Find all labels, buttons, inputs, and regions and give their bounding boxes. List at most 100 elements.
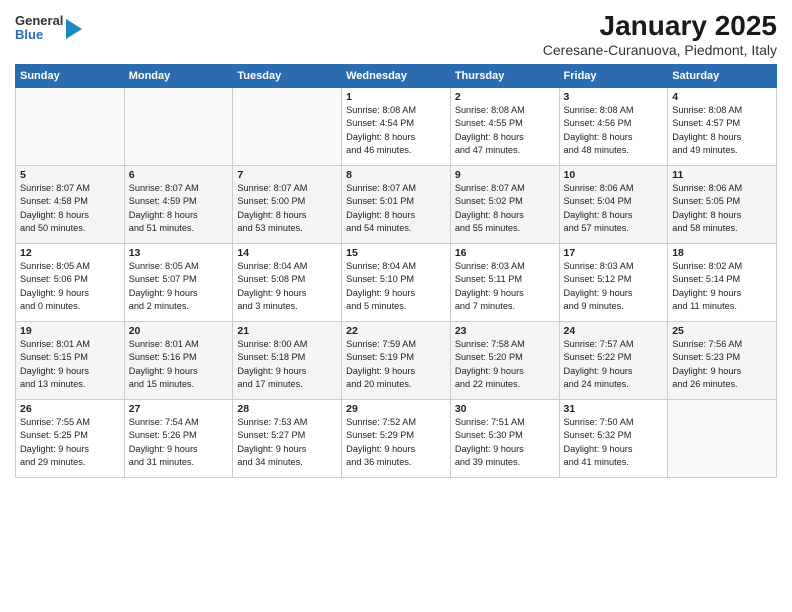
day-info-line: Daylight: 9 hours — [672, 366, 741, 376]
day-info: Sunrise: 7:58 AM Sunset: 5:20 PM Daylight:… — [455, 338, 555, 391]
day-info: Sunrise: 8:07 AMSunset: 5:01 PMDaylight:… — [346, 182, 446, 235]
calendar-header: SundayMondayTuesdayWednesdayThursdayFrid… — [16, 65, 777, 88]
day-info: Sunrise: 8:07 AMSunset: 4:58 PMDaylight:… — [20, 182, 120, 235]
day-info-line: Sunset: 5:20 PM — [455, 352, 523, 362]
day-info-line: and 49 minutes. — [672, 145, 737, 155]
calendar-cell: 1Sunrise: 8:08 AMSunset: 4:54 PMDaylight… — [342, 88, 451, 166]
page-container: General Blue January 2025 Ceresane-Curan… — [0, 0, 792, 483]
calendar-cell: 8Sunrise: 8:07 AMSunset: 5:01 PMDaylight… — [342, 166, 451, 244]
day-info-line: Daylight: 9 hours — [455, 444, 524, 454]
day-info-line: and 39 minutes. — [455, 457, 520, 467]
day-info: Sunrise: 8:08 AMSunset: 4:56 PMDaylight:… — [564, 104, 664, 157]
day-info-line: Sunrise: 8:08 AM — [455, 105, 525, 115]
day-info-line: Daylight: 8 hours — [129, 210, 198, 220]
day-info-line: Daylight: 9 hours — [672, 288, 741, 298]
day-info-line: Daylight: 8 hours — [346, 210, 415, 220]
day-info: Sunrise: 8:04 AMSunset: 5:10 PMDaylight:… — [346, 260, 446, 313]
day-info-line: Sunset: 4:57 PM — [672, 118, 740, 128]
day-info-line: Daylight: 9 hours — [346, 444, 415, 454]
day-info-line: Sunset: 5:32 PM — [564, 430, 632, 440]
day-number: 29 — [346, 403, 446, 415]
day-info-line: Sunset: 4:56 PM — [564, 118, 632, 128]
day-of-week-header: Wednesday — [342, 65, 451, 88]
day-info-line: Sunset: 5:19 PM — [346, 352, 414, 362]
day-info-line: Sunrise: 8:04 AM — [346, 261, 416, 271]
day-number: 17 — [564, 247, 664, 259]
calendar-week-row: 19Sunrise: 8:01 AMSunset: 5:15 PMDayligh… — [16, 322, 777, 400]
day-of-week-header: Monday — [124, 65, 233, 88]
day-info-line: Sunrise: 7:58 AM — [455, 339, 525, 349]
calendar-body: 1Sunrise: 8:08 AMSunset: 4:54 PMDaylight… — [16, 88, 777, 478]
day-info-line: Daylight: 9 hours — [564, 288, 633, 298]
calendar-cell: 30Sunrise: 7:51 AMSunset: 5:30 PMDayligh… — [450, 400, 559, 478]
day-info-line: Sunset: 5:25 PM — [20, 430, 88, 440]
day-info-line: and 48 minutes. — [564, 145, 629, 155]
day-info-line: Sunset: 5:12 PM — [564, 274, 632, 284]
calendar-cell: 4Sunrise: 8:08 AMSunset: 4:57 PMDaylight… — [668, 88, 777, 166]
day-info-line: Daylight: 9 hours — [129, 366, 198, 376]
day-info-line: Sunrise: 8:05 AM — [129, 261, 199, 271]
day-number: 26 — [20, 403, 120, 415]
day-info-line: Daylight: 8 hours — [346, 132, 415, 142]
day-info: Sunrise: 8:08 AMSunset: 4:57 PMDaylight:… — [672, 104, 772, 157]
day-info-line: Sunrise: 8:08 AM — [672, 105, 742, 115]
day-info-line: Sunrise: 7:51 AM — [455, 417, 525, 427]
day-info-line: and 55 minutes. — [455, 223, 520, 233]
calendar-title: January 2025 — [543, 10, 777, 42]
day-number: 23 — [455, 325, 555, 337]
day-info: Sunrise: 7:52 AMSunset: 5:29 PMDaylight:… — [346, 416, 446, 469]
day-info-line: Sunset: 5:00 PM — [237, 196, 305, 206]
calendar-cell: 24Sunrise: 7:57 AMSunset: 5:22 PMDayligh… — [559, 322, 668, 400]
calendar-week-row: 5Sunrise: 8:07 AMSunset: 4:58 PMDaylight… — [16, 166, 777, 244]
day-info: Sunrise: 8:01 AMSunset: 5:15 PMDaylight:… — [20, 338, 120, 391]
calendar-cell: 2Sunrise: 8:08 AMSunset: 4:55 PMDaylight… — [450, 88, 559, 166]
day-number: 4 — [672, 91, 772, 103]
calendar-week-row: 1Sunrise: 8:08 AMSunset: 4:54 PMDaylight… — [16, 88, 777, 166]
day-info: Sunrise: 7:56 AMSunset: 5:23 PMDaylight:… — [672, 338, 772, 391]
day-info-line: and 9 minutes. — [564, 301, 624, 311]
day-number: 21 — [237, 325, 337, 337]
day-info-line: Sunrise: 8:07 AM — [20, 183, 90, 193]
day-number: 12 — [20, 247, 120, 259]
day-info-line: and 15 minutes. — [129, 379, 194, 389]
day-info-line: and 34 minutes. — [237, 457, 302, 467]
calendar-cell: 17 Sunrise: 8:03 AM Sunset: 5:12 PM Dayligh… — [559, 244, 668, 322]
logo-general: General — [15, 14, 63, 28]
day-info: Sunrise: 8:03 AMSunset: 5:11 PMDaylight:… — [455, 260, 555, 313]
day-info-line: Sunrise: 8:01 AM — [129, 339, 199, 349]
day-info-line: Daylight: 9 hours — [455, 366, 524, 376]
calendar-cell: 3Sunrise: 8:08 AMSunset: 4:56 PMDaylight… — [559, 88, 668, 166]
day-number: 15 — [346, 247, 446, 259]
calendar-cell: 27Sunrise: 7:54 AMSunset: 5:26 PMDayligh… — [124, 400, 233, 478]
day-info-line: Daylight: 8 hours — [20, 210, 89, 220]
day-info-line: Sunset: 5:11 PM — [455, 274, 522, 284]
day-info: Sunrise: 8:07 AMSunset: 5:00 PMDaylight:… — [237, 182, 337, 235]
day-info: Sunrise: 8:05 AMSunset: 5:07 PMDaylight:… — [129, 260, 229, 313]
day-info: Sunrise: 8:01 AMSunset: 5:16 PMDaylight:… — [129, 338, 229, 391]
day-number: 10 — [564, 169, 664, 181]
day-info: Sunrise: 8:06 AMSunset: 5:05 PMDaylight:… — [672, 182, 772, 235]
day-info: Sunrise: 8:03 AM Sunset: 5:12 PM Daylight:… — [564, 260, 664, 313]
day-info-line: Sunset: 5:05 PM — [672, 196, 740, 206]
day-info-line: Daylight: 9 hours — [455, 288, 524, 298]
day-info-line: Daylight: 9 hours — [237, 444, 306, 454]
day-of-week-header: Thursday — [450, 65, 559, 88]
day-info-line: and 50 minutes. — [20, 223, 85, 233]
day-info-line: Daylight: 9 hours — [346, 366, 415, 376]
day-info-line: Sunset: 5:07 PM — [129, 274, 197, 284]
day-info-line: and 58 minutes. — [672, 223, 737, 233]
day-number: 16 — [455, 247, 555, 259]
day-number: 28 — [237, 403, 337, 415]
day-info-line: Sunset: 5:10 PM — [346, 274, 414, 284]
calendar-cell — [16, 88, 125, 166]
day-info-line: Sunrise: 8:06 AM — [672, 183, 742, 193]
day-info-line: Sunrise: 7:56 AM — [672, 339, 742, 349]
day-info-line: Daylight: 9 hours — [564, 444, 633, 454]
day-info-line: Sunrise: 8:08 AM — [564, 105, 634, 115]
day-info-line: Sunrise: 8:03 AM — [564, 261, 634, 271]
calendar-cell: 21Sunrise: 8:00 AMSunset: 5:18 PMDayligh… — [233, 322, 342, 400]
header: General Blue January 2025 Ceresane-Curan… — [15, 10, 777, 58]
day-number: 25 — [672, 325, 772, 337]
day-number: 9 — [455, 169, 555, 181]
day-info-line: and 0 minutes. — [20, 301, 80, 311]
